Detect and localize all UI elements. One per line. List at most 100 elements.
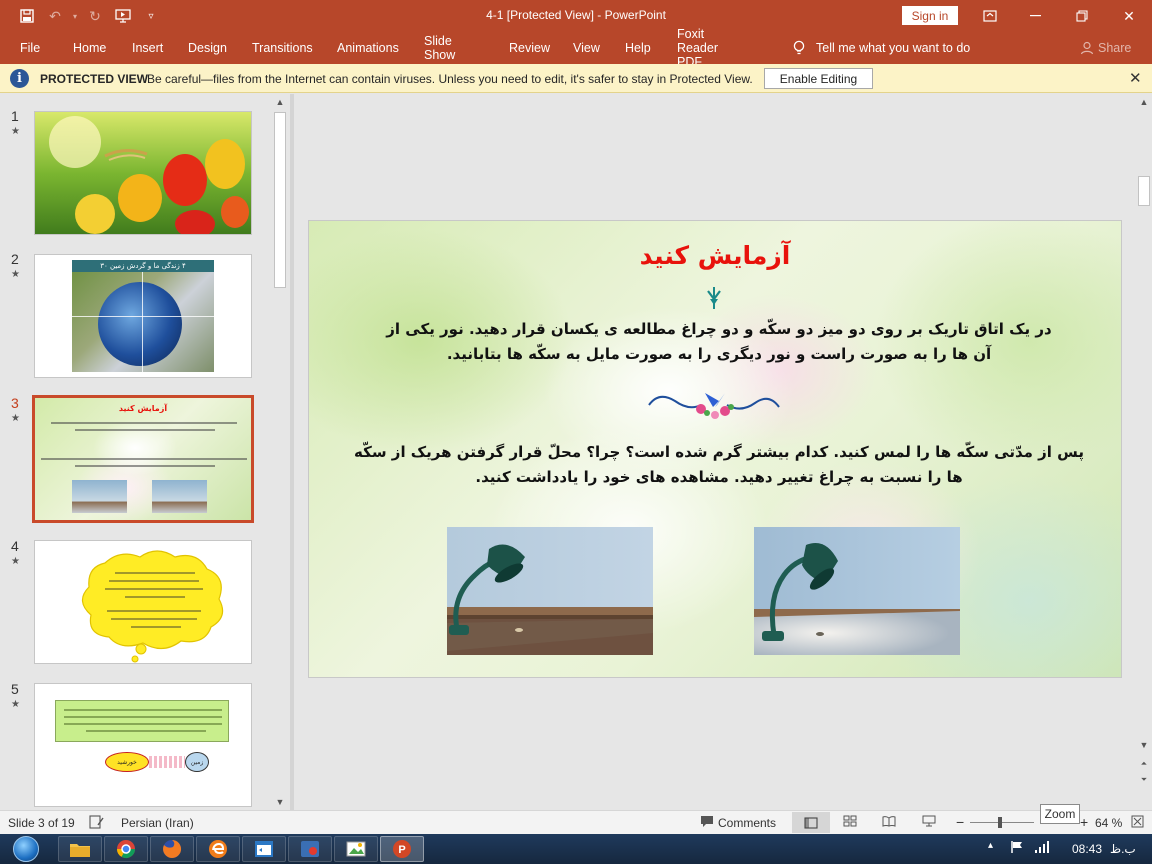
scrollbar-thumb[interactable] <box>1138 176 1150 206</box>
reading-view-icon[interactable] <box>882 815 896 830</box>
zoom-slider-handle[interactable] <box>998 817 1002 828</box>
language-indicator[interactable]: Persian (Iran) <box>121 816 194 830</box>
undo-icon[interactable]: ↶ <box>42 4 68 28</box>
powerpoint-taskbar-icon[interactable]: P <box>380 836 424 862</box>
slide-thumbnail-1[interactable] <box>34 111 252 235</box>
tab-transitions[interactable]: Transitions <box>252 32 313 64</box>
zoom-tooltip: Zoom <box>1040 804 1080 824</box>
slide-thumbnail-4[interactable] <box>34 540 252 664</box>
close-icon[interactable]: ✕ <box>1106 0 1152 32</box>
file-explorer-icon[interactable] <box>58 836 102 862</box>
svg-text:P: P <box>398 844 405 856</box>
start-from-beginning-icon[interactable] <box>110 4 136 28</box>
person-icon <box>1080 41 1094 55</box>
show-hidden-icons-icon[interactable]: ▴ <box>988 840 993 851</box>
tab-file[interactable]: File <box>20 32 40 64</box>
tab-view[interactable]: View <box>573 32 600 64</box>
scroll-up-arrow-icon[interactable]: ▲ <box>1136 94 1152 110</box>
quick-access-toolbar: ↶ ▾ ↻ ▿ <box>14 4 164 28</box>
next-slide-icon[interactable]: ⏷ <box>1136 772 1152 788</box>
redo-icon[interactable]: ↻ <box>82 4 108 28</box>
slide-editing-area: آزمایش کنید در یک اتاق تاریک بر روی دو م… <box>294 94 1136 810</box>
scroll-down-arrow-icon[interactable]: ▼ <box>272 794 288 810</box>
status-bar: Slide 3 of 19 Persian (Iran) Comments − … <box>0 810 1152 834</box>
animation-star-icon: ★ <box>11 556 20 567</box>
minimize-icon[interactable] <box>1013 0 1059 32</box>
close-bar-icon[interactable]: ✕ <box>1129 69 1142 87</box>
clock-ampm: ب.ظ <box>1110 842 1136 856</box>
app-window-icon[interactable] <box>242 836 286 862</box>
ribbon-display-options-icon[interactable] <box>967 0 1013 32</box>
thumb-lamp-photo-2 <box>152 480 207 513</box>
title-bar: ↶ ▾ ↻ ▿ 4-1 [Protected View] - PowerPoin… <box>0 0 1152 32</box>
earth-seasons-image: ۴ زندگی ما و گردش زمین ۳۰ <box>72 260 214 372</box>
network-signal-icon[interactable] <box>1034 840 1050 857</box>
slide-show-icon[interactable] <box>922 815 936 830</box>
scrollbar-thumb[interactable] <box>274 112 286 288</box>
zoom-level[interactable]: 64 % <box>1095 816 1122 830</box>
scroll-up-arrow-icon[interactable]: ▲ <box>272 94 288 110</box>
clock-time[interactable]: 08:43 <box>1072 842 1102 856</box>
thought-cloud-shape <box>81 550 224 663</box>
tab-insert[interactable]: Insert <box>132 32 163 64</box>
media-app-icon[interactable] <box>288 836 332 862</box>
tab-home[interactable]: Home <box>73 32 106 64</box>
current-slide[interactable]: آزمایش کنید در یک اتاق تاریک بر روی دو م… <box>308 220 1122 678</box>
dropdown-small-icon[interactable]: ▾ <box>70 4 80 28</box>
thumbnail-scrollbar[interactable]: ▲ ▼ <box>272 94 288 810</box>
chrome-icon[interactable] <box>104 836 148 862</box>
tab-review[interactable]: Review <box>509 32 550 64</box>
slide-thumbnail-2[interactable]: ۴ زندگی ما و گردش زمین ۳۰ <box>34 254 252 378</box>
sign-in-button[interactable]: Sign in <box>902 6 958 25</box>
protected-view-bar: i PROTECTED VIEW Be careful—files from t… <box>0 64 1152 93</box>
customize-toolbar-icon[interactable]: ▿ <box>138 4 164 28</box>
windows-logo-icon <box>13 836 39 862</box>
comments-button[interactable]: Comments <box>718 816 776 830</box>
edge-browser-icon[interactable] <box>196 836 240 862</box>
slide-thumbnail-pane: 1 ★ 2 ★ ۴ زندگی ما و گردش زمین ۳۰ 3 ★ آز… <box>0 94 290 810</box>
tab-animations[interactable]: Animations <box>337 32 399 64</box>
enable-editing-button[interactable]: Enable Editing <box>764 68 873 89</box>
zoom-out-button[interactable]: − <box>956 814 964 830</box>
slide-thumbnail-3[interactable]: آزمایش کنید <box>32 395 254 523</box>
start-button[interactable] <box>4 835 48 863</box>
slide-scrollbar[interactable]: ▲ ▼ ⏶ ⏷ <box>1136 94 1152 810</box>
thumb-title: آزمایش کنید <box>118 404 168 413</box>
windows-taskbar: P ▴ 08:43 ب.ظ <box>0 834 1152 864</box>
lamp-photo-2 <box>754 527 960 655</box>
tab-design[interactable]: Design <box>188 32 227 64</box>
slide-thumbnail-5[interactable]: خورشید زمین <box>34 683 252 807</box>
slide-sorter-icon[interactable] <box>843 815 857 830</box>
tell-me-box[interactable]: Tell me what you want to do <box>792 32 970 64</box>
tab-help[interactable]: Help <box>625 32 651 64</box>
normal-view-button[interactable] <box>792 812 830 833</box>
spelling-check-icon[interactable] <box>89 815 105 832</box>
tell-me-label: Tell me what you want to do <box>816 41 971 55</box>
info-icon: i <box>10 69 29 88</box>
comments-icon[interactable] <box>700 815 714 831</box>
scroll-down-arrow-icon[interactable]: ▼ <box>1136 737 1152 753</box>
thumb-number-active: 3 <box>11 395 19 411</box>
normal-view-icon <box>804 817 818 829</box>
photo-viewer-icon[interactable] <box>334 836 378 862</box>
animation-star-icon: ★ <box>11 413 20 424</box>
tab-slide-show[interactable]: Slide Show <box>424 32 455 64</box>
ribbon-tabs: File Home Insert Design Transitions Anim… <box>0 27 1152 69</box>
save-icon[interactable] <box>14 4 40 28</box>
thumb-number: 5 <box>11 681 19 697</box>
restore-icon[interactable] <box>1059 0 1105 32</box>
thumb-number: 4 <box>11 538 19 554</box>
previous-slide-icon[interactable]: ⏶ <box>1136 756 1152 772</box>
tab-foxit-reader-pdf[interactable]: Foxit Reader PDF <box>677 27 718 69</box>
share-button[interactable]: Share <box>1080 32 1131 64</box>
tulips-image <box>35 112 251 234</box>
thumb-text-box <box>55 700 229 742</box>
action-center-flag-icon[interactable] <box>1010 840 1024 857</box>
slide-paragraph-1: در یک اتاق تاریک بر روی دو میز دو سکّه و… <box>386 320 1052 363</box>
zoom-in-button[interactable]: + <box>1080 814 1088 830</box>
animation-star-icon: ★ <box>11 699 20 710</box>
firefox-icon[interactable] <box>150 836 194 862</box>
lightbulb-icon <box>793 40 805 55</box>
zoom-slider[interactable] <box>970 822 1034 823</box>
fit-to-window-icon[interactable] <box>1131 815 1144 831</box>
